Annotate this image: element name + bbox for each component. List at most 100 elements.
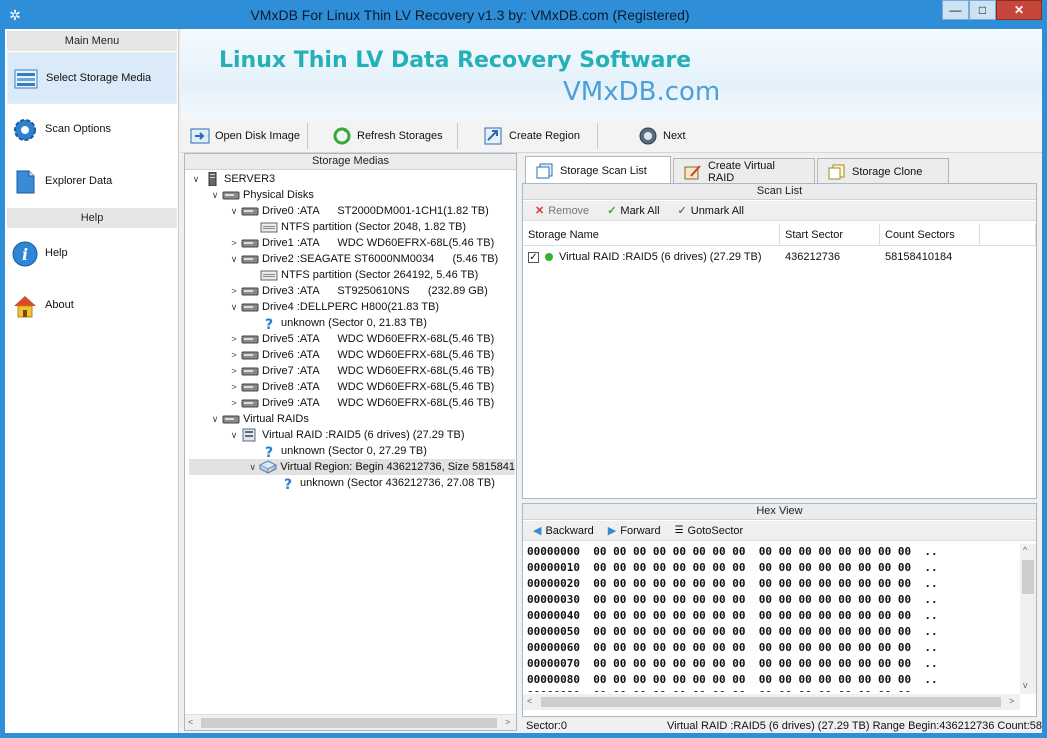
hex-content[interactable]: 00000000 00 00 00 00 00 00 00 00 00 00 0…: [527, 544, 1019, 692]
chevron-right-icon[interactable]: >: [227, 395, 241, 411]
tree-node-label: NTFS partition (Sector 2048, 1.82 TB): [281, 221, 467, 233]
disk-icon: [241, 348, 259, 362]
sidebar-item-select-storage-media[interactable]: Select Storage Media: [7, 52, 177, 104]
refresh-storages-button[interactable]: Refresh Storages: [327, 123, 447, 149]
chevron-down-icon[interactable]: ∨: [208, 411, 222, 427]
sidebar-item-label: Explorer Data: [45, 175, 113, 187]
banner: Linux Thin LV Data Recovery Software VMx…: [181, 29, 1042, 119]
column-header-start-sector[interactable]: Start Sector: [780, 224, 880, 246]
tree-node-label: Virtual RAID :RAID5 (6 drives) (27.29 TB…: [262, 429, 465, 441]
tree-node-label: Drive5 :ATA WDC WD60EFRX-68L(5.46 TB): [262, 333, 495, 345]
sidebar-item-scan-options[interactable]: Scan Options: [7, 104, 177, 156]
tree-node[interactable]: > Drive3 :ATA ST9250610NS (232.89 GB): [189, 283, 515, 299]
tree-node[interactable]: ∨ SERVER3: [189, 171, 515, 187]
chevron-down-icon[interactable]: ∨: [227, 251, 241, 267]
row-start-sector: 436212736: [785, 251, 841, 263]
table-row[interactable]: ✓ Virtual RAID :RAID5 (6 drives) (27.29 …: [523, 248, 780, 266]
sidebar-item-explorer-data[interactable]: Explorer Data: [7, 156, 177, 208]
hex-view-actions: ◀ Backward ▶ Forward ☰ GotoSector: [523, 521, 1036, 541]
chevron-down-icon[interactable]: ∨: [227, 427, 241, 443]
tab-storage-scan-list[interactable]: Storage Scan List: [525, 156, 671, 185]
tree-node[interactable]: ∨ Drive4 :DELLPERC H800(21.83 TB): [189, 299, 515, 315]
window-title: VMxDB For Linux Thin LV Recovery v1.3 by…: [250, 7, 690, 23]
minimize-button[interactable]: —: [942, 0, 969, 20]
sidebar-item-help[interactable]: i Help: [7, 228, 177, 280]
tab-create-virtual-raid[interactable]: Create Virtual RAID: [673, 158, 815, 184]
scrollbar-thumb[interactable]: [541, 697, 1001, 707]
backward-button[interactable]: ◀ Backward: [533, 524, 594, 538]
scan-list-title: Scan List: [523, 184, 1036, 200]
chevron-right-icon[interactable]: >: [227, 363, 241, 379]
chevron-down-icon[interactable]: ∨: [227, 203, 241, 219]
scrollbar-thumb[interactable]: [1022, 560, 1034, 594]
create-raid-icon: [684, 164, 701, 179]
chevron-down-icon[interactable]: ∨: [208, 187, 222, 203]
unmark-all-button[interactable]: ✓ Unmark All: [678, 204, 744, 218]
chevron-right-icon[interactable]: >: [227, 283, 241, 299]
tree-node[interactable]: ∨ Virtual RAID :RAID5 (6 drives) (27.29 T…: [189, 427, 515, 443]
home-icon: [14, 296, 36, 318]
storage-tree: ∨ SERVER3 ∨ Physical Disks ∨ Drive0 :ATA ST20…: [189, 171, 515, 711]
hex-line: 00000050 00 00 00 00 00 00 00 00 00 00 0…: [527, 625, 938, 638]
refresh-icon: [333, 127, 351, 145]
tree-node[interactable]: ? unknown (Sector 0, 27.29 TB): [189, 443, 515, 461]
tree-node-label: Drive6 :ATA WDC WD60EFRX-68L(5.46 TB): [262, 349, 495, 361]
tree-node-label: unknown (Sector 436212736, 27.08 TB): [300, 477, 495, 489]
tree-node[interactable]: ∨ Physical Disks: [189, 187, 515, 203]
hex-vertical-scrollbar[interactable]: ^ v: [1020, 544, 1036, 694]
chevron-down-icon[interactable]: ∨: [227, 299, 241, 315]
hex-line: 00000000 00 00 00 00 00 00 00 00 00 00 0…: [527, 545, 938, 558]
tree-node[interactable]: > Drive7 :ATA WDC WD60EFRX-68L(5.46 TB): [189, 363, 515, 379]
create-region-button[interactable]: Create Region: [479, 123, 584, 149]
tree-node[interactable]: > Drive9 :ATA WDC WD60EFRX-68L(5.46 TB): [189, 395, 515, 411]
maximize-button[interactable]: □: [969, 0, 996, 20]
tree-node[interactable]: NTFS partition (Sector 2048, 1.82 TB): [189, 219, 515, 235]
chevron-down-icon[interactable]: ∨: [189, 171, 203, 187]
tree-node[interactable]: ∨ Drive2 :SEAGATE ST6000NM0034 (5.46 TB): [189, 251, 515, 267]
tab-storage-clone[interactable]: Storage Clone: [817, 158, 949, 184]
hex-horizontal-scrollbar[interactable]: < >: [523, 694, 1020, 710]
tree-node[interactable]: ? unknown (Sector 0, 21.83 TB): [189, 315, 515, 333]
tree-horizontal-scrollbar[interactable]: < >: [185, 714, 516, 730]
tree-node[interactable]: ∨ Drive0 :ATA ST2000DM001-1CH1(1.82 TB): [189, 203, 515, 219]
svg-text:i: i: [22, 245, 28, 264]
server-icon: [203, 171, 221, 187]
tree-node[interactable]: > Drive1 :ATA WDC WD60EFRX-68L(5.46 TB): [189, 235, 515, 251]
tree-node[interactable]: > Drive8 :ATA WDC WD60EFRX-68L(5.46 TB): [189, 379, 515, 395]
tree-node[interactable]: ∨ Virtual RAIDs: [189, 411, 515, 427]
row-count-sectors: 58158410184: [885, 251, 953, 263]
disk-icon: [241, 364, 259, 378]
column-header-count-sectors[interactable]: Count Sectors: [880, 224, 980, 246]
chevron-right-icon[interactable]: >: [227, 379, 241, 395]
next-button[interactable]: Next: [633, 123, 690, 149]
hex-view-panel: Hex View ◀ Backward ▶ Forward ☰ GotoSect…: [522, 503, 1037, 717]
tree-node-label: Drive1 :ATA WDC WD60EFRX-68L(5.46 TB): [262, 237, 495, 249]
tree-node[interactable]: > Drive6 :ATA WDC WD60EFRX-68L(5.46 TB): [189, 347, 515, 363]
remove-button[interactable]: ✕ Remove: [535, 204, 589, 218]
tree-node-label: SERVER3: [224, 173, 276, 185]
tree-node[interactable]: > Drive5 :ATA WDC WD60EFRX-68L(5.46 TB): [189, 331, 515, 347]
chevron-right-icon[interactable]: >: [227, 331, 241, 347]
tree-node-label: Drive0 :ATA ST2000DM001-1CH1(1.82 TB): [262, 205, 489, 217]
chevron-right-icon[interactable]: >: [227, 235, 241, 251]
tree-node-label: Drive9 :ATA WDC WD60EFRX-68L(5.46 TB): [262, 397, 495, 409]
hex-line: 00000080 00 00 00 00 00 00 00 00 00 00 0…: [527, 673, 938, 686]
tree-node[interactable]: NTFS partition (Sector 264192, 5.46 TB): [189, 267, 515, 283]
goto-sector-button[interactable]: ☰ GotoSector: [675, 525, 744, 537]
chevron-right-icon[interactable]: >: [227, 347, 241, 363]
chevron-down-icon[interactable]: ∨: [246, 459, 259, 475]
help-header: Help: [7, 208, 177, 228]
hex-line: 00000030 00 00 00 00 00 00 00 00 00 00 0…: [527, 593, 938, 606]
close-button[interactable]: ✕: [996, 0, 1042, 20]
row-checkbox[interactable]: ✓: [528, 251, 539, 263]
forward-button[interactable]: ▶ Forward: [608, 524, 661, 538]
tree-node[interactable]: ? unknown (Sector 436212736, 27.08 TB): [189, 475, 515, 493]
sidebar-item-about[interactable]: About: [7, 280, 177, 332]
row-storage-name: Virtual RAID :RAID5 (6 drives) (27.29 TB…: [559, 251, 762, 263]
unmark-all-label: Unmark All: [690, 204, 744, 217]
column-header-storage-name[interactable]: Storage Name: [523, 224, 780, 246]
open-disk-image-button[interactable]: Open Disk Image: [185, 123, 304, 149]
tree-node[interactable]: ∨ Virtual Region: Begin 436212736, Size 5…: [189, 459, 515, 475]
mark-all-button[interactable]: ✓ Mark All: [607, 204, 659, 218]
title-bar: ✲ VMxDB For Linux Thin LV Recovery v1.3 …: [0, 0, 1047, 30]
